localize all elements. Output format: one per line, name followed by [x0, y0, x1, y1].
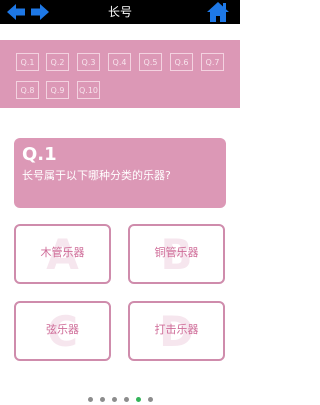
question-nav-item[interactable]: Q.10 — [77, 81, 100, 99]
page-dot[interactable] — [112, 397, 117, 402]
question-number: Q.1 — [22, 144, 57, 165]
page-dot[interactable] — [88, 397, 93, 402]
question-card: Q.1 长号属于以下哪种分类的乐器? — [14, 138, 226, 208]
forward-button[interactable] — [29, 2, 51, 22]
page-dot[interactable] — [148, 397, 153, 402]
question-nav-item[interactable]: Q.1 — [16, 53, 39, 71]
answer-label: 铜管乐器 — [154, 246, 199, 259]
home-icon — [207, 2, 229, 22]
answer-option-d[interactable]: D 打击乐器 — [128, 301, 225, 361]
arrow-right-icon — [31, 4, 49, 20]
question-navigator: Q.1 Q.2 Q.3 Q.4 Q.5 Q.6 Q.7 Q.8 Q.9 Q.10 — [0, 40, 240, 108]
page-dot[interactable] — [100, 397, 105, 402]
question-text: 长号属于以下哪种分类的乐器? — [22, 169, 171, 182]
answer-label: 弦乐器 — [46, 323, 79, 336]
page-dot[interactable] — [124, 397, 129, 402]
top-bar: 长号 — [0, 0, 240, 24]
answer-option-a[interactable]: A 木管乐器 — [14, 224, 111, 284]
question-nav-item[interactable]: Q.3 — [77, 53, 100, 71]
back-button[interactable] — [5, 2, 27, 22]
answer-option-c[interactable]: C 弦乐器 — [14, 301, 111, 361]
question-nav-item[interactable]: Q.2 — [46, 53, 69, 71]
answer-option-b[interactable]: B 铜管乐器 — [128, 224, 225, 284]
page-dot-active[interactable] — [136, 397, 141, 402]
page-title: 长号 — [107, 5, 132, 19]
arrow-left-icon — [7, 4, 25, 20]
answer-label: 木管乐器 — [40, 246, 85, 259]
home-button[interactable] — [206, 1, 230, 23]
question-nav-item[interactable]: Q.8 — [16, 81, 39, 99]
question-nav-item[interactable]: Q.9 — [46, 81, 69, 99]
question-nav-item[interactable]: Q.4 — [108, 53, 131, 71]
question-nav-item[interactable]: Q.7 — [201, 53, 224, 71]
answer-label: 打击乐器 — [154, 323, 199, 336]
question-nav-item[interactable]: Q.6 — [170, 53, 193, 71]
question-nav-item[interactable]: Q.5 — [139, 53, 162, 71]
